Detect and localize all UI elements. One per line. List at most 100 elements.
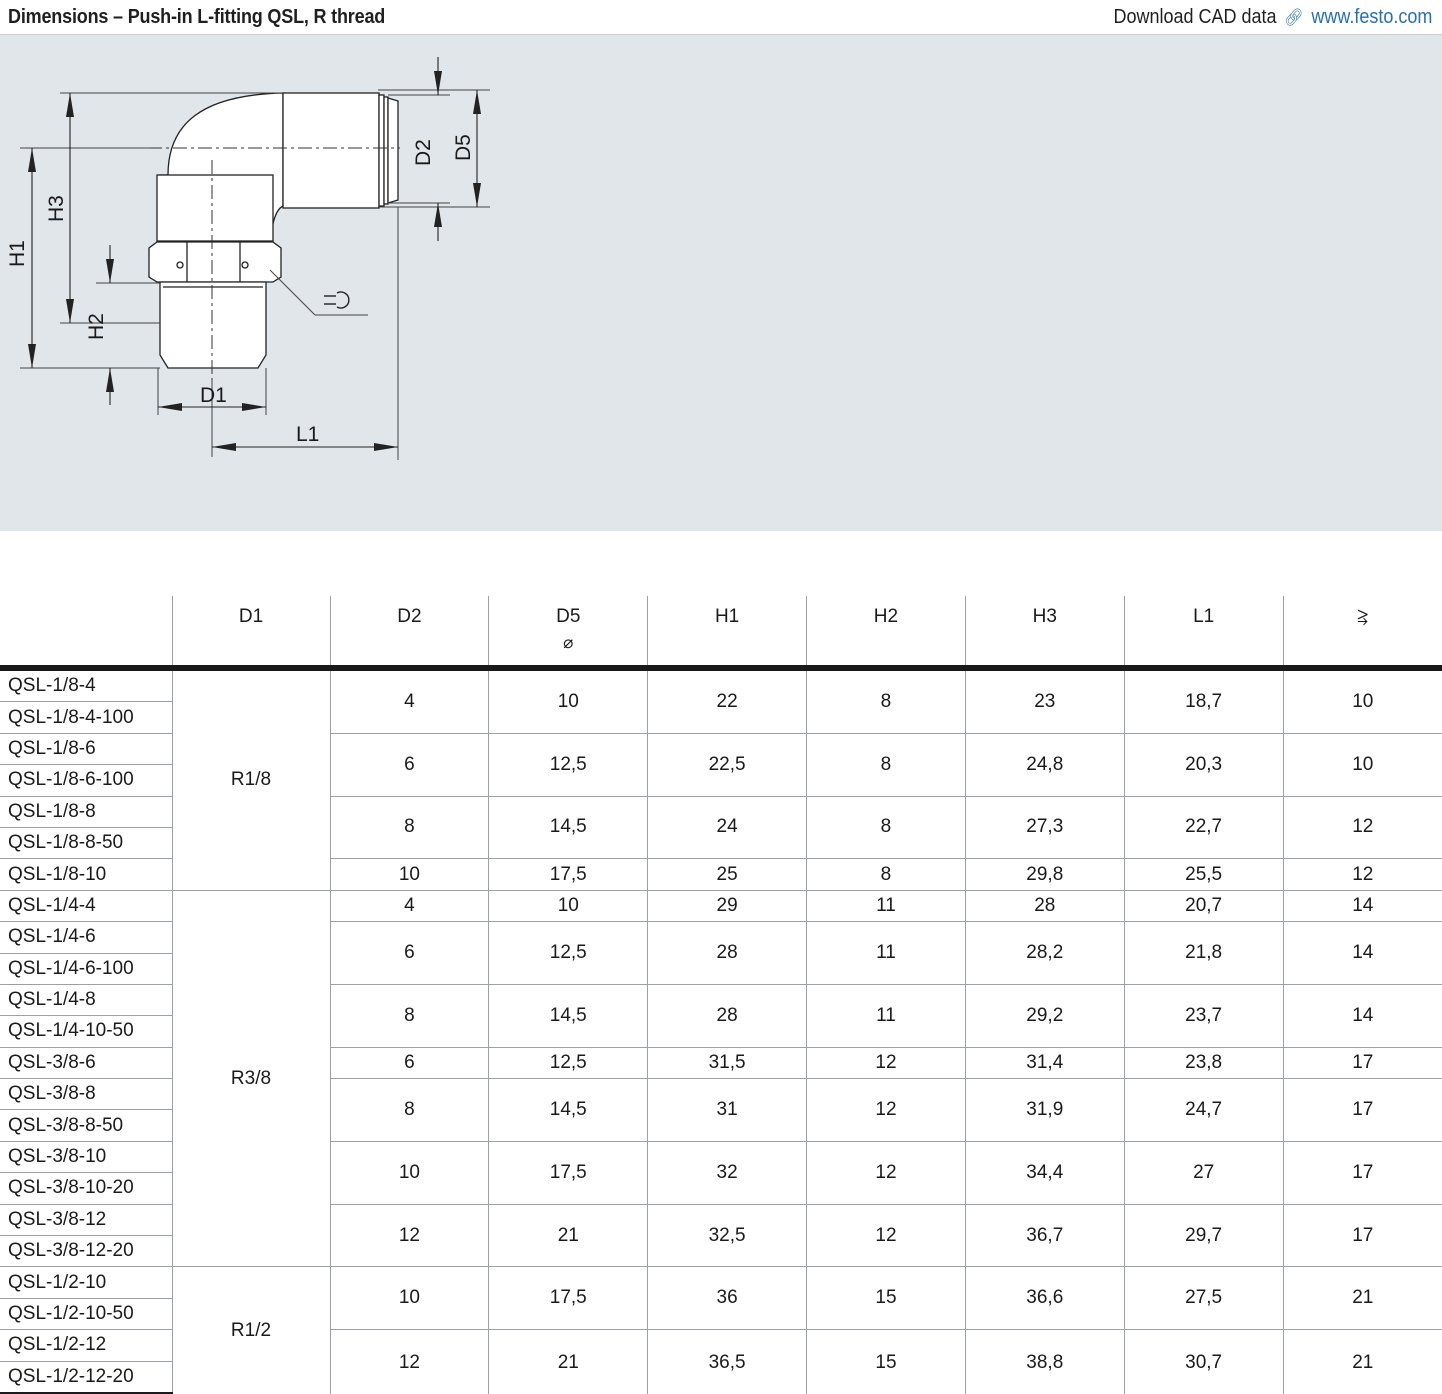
- header-d2: D2: [329, 596, 489, 671]
- header-h2: H2: [806, 596, 966, 671]
- part-number: QSL-3/8-12: [0, 1203, 172, 1236]
- part-number: QSL-1/8-6: [0, 732, 172, 765]
- value-l1: 23,8: [1123, 1046, 1284, 1079]
- value-d2: 6: [329, 1046, 489, 1079]
- part-number: QSL-1/4-6-100: [0, 952, 172, 985]
- value-l1: 23,7: [1123, 983, 1284, 1048]
- value-d5: 14,5: [488, 795, 648, 859]
- header-d1: D1: [171, 596, 330, 671]
- stem: [156, 174, 274, 242]
- label-l1: L1: [296, 423, 319, 446]
- value-h2: 11: [806, 921, 966, 985]
- value-l1: 22,7: [1123, 795, 1284, 859]
- value-d2: 8: [329, 983, 489, 1048]
- header-h3: H3: [964, 596, 1125, 671]
- table-header-row: D1 D2 D5 ⌀ H1 H2 H3 L1 ⥸: [0, 596, 1442, 671]
- value-d2: 8: [329, 795, 489, 859]
- value-h1: 32: [647, 1140, 807, 1205]
- value-h2: 12: [806, 1140, 966, 1205]
- part-number: QSL-1/8-4: [0, 667, 172, 702]
- value-sw: 12: [1282, 858, 1442, 891]
- value-sw: 10: [1282, 732, 1442, 797]
- value-d5: 14,5: [488, 1078, 648, 1142]
- value-d5: 17,5: [488, 1266, 648, 1330]
- header-part: [0, 596, 172, 671]
- value-h2: 11: [806, 983, 966, 1048]
- thread-d1: R3/8: [171, 889, 330, 1267]
- value-l1: 25,5: [1123, 858, 1284, 891]
- value-l1: 29,7: [1123, 1203, 1284, 1267]
- value-sw: 17: [1282, 1046, 1442, 1079]
- header-l1: L1: [1123, 596, 1284, 671]
- value-h1: 31: [647, 1078, 807, 1142]
- value-h1: 36,5: [647, 1329, 807, 1394]
- part-number: QSL-1/2-12: [0, 1329, 172, 1362]
- value-d2: 10: [329, 1140, 489, 1205]
- part-number: QSL-1/8-8: [0, 795, 172, 828]
- value-h1: 29: [647, 889, 807, 922]
- value-l1: 24,7: [1123, 1078, 1284, 1142]
- label-h3: H3: [45, 195, 68, 222]
- part-number: QSL-3/8-6: [0, 1046, 172, 1079]
- value-h3: 36,6: [964, 1266, 1125, 1330]
- value-h1: 36: [647, 1266, 807, 1330]
- dimension-drawing: H1 H3 H2 D2 D5 D1 L1: [0, 35, 1442, 531]
- part-number: QSL-1/2-10-50: [0, 1297, 172, 1330]
- value-sw: 21: [1282, 1329, 1442, 1394]
- part-number: QSL-1/4-8: [0, 983, 172, 1016]
- dimensions-table-wrap: D1 D2 D5 ⌀ H1 H2 H3 L1 ⥸ QSL-1/8-4 R1/8 4 10…: [0, 596, 1442, 1394]
- table-row: QSL-1/4-4 R3/8 4 10 29 11 28 20,7 14: [0, 889, 1442, 1267]
- value-h3: 31,4: [964, 1046, 1125, 1079]
- value-d2: 10: [329, 858, 489, 891]
- download-cad-label: Download CAD data: [1113, 6, 1277, 28]
- fitting-drawing-svg: H1 H3 H2 D2 D5 D1 L1: [6, 57, 490, 460]
- value-sw: 12: [1282, 795, 1442, 859]
- label-d1: D1: [200, 384, 227, 407]
- value-h1: 22,5: [647, 732, 807, 797]
- label-d5: D5: [452, 134, 475, 161]
- value-d5: 12,5: [488, 1046, 648, 1079]
- value-sw: 14: [1282, 921, 1442, 985]
- page-header: Dimensions – Push-in L-fitting QSL, R th…: [0, 0, 1442, 35]
- download-cad-link[interactable]: Download CAD data 🔗︎ www.festo.com: [1113, 6, 1432, 29]
- value-h3: 38,8: [964, 1329, 1125, 1394]
- value-l1: 21,8: [1123, 921, 1284, 985]
- part-number: QSL-1/4-10-50: [0, 1015, 172, 1048]
- header-d5: D5 ⌀: [488, 596, 648, 671]
- value-d5: 10: [488, 889, 648, 922]
- part-number: QSL-1/8-10: [0, 858, 172, 891]
- value-l1: 20,7: [1123, 889, 1284, 922]
- thread: [159, 281, 267, 369]
- value-d2: 4: [329, 667, 489, 734]
- festo-link[interactable]: www.festo.com: [1311, 6, 1432, 28]
- part-number: QSL-1/4-4: [0, 889, 172, 922]
- hex-nut: [148, 241, 282, 283]
- value-d5: 14,5: [488, 983, 648, 1048]
- value-h3: 28,2: [964, 921, 1125, 985]
- value-sw: 17: [1282, 1203, 1442, 1267]
- value-d2: 12: [329, 1329, 489, 1394]
- value-d5: 12,5: [488, 732, 648, 797]
- value-h1: 28: [647, 983, 807, 1048]
- value-h3: 29,2: [964, 983, 1125, 1048]
- value-h2: 8: [806, 667, 966, 734]
- value-h1: 32,5: [647, 1203, 807, 1267]
- value-d5: 17,5: [488, 1140, 648, 1205]
- value-h1: 31,5: [647, 1046, 807, 1079]
- header-h1: H1: [647, 596, 807, 671]
- value-sw: 14: [1282, 889, 1442, 922]
- label-h2: H2: [85, 313, 108, 340]
- collet-body: [282, 92, 380, 209]
- thread-d1: R1/8: [171, 667, 330, 891]
- value-d5: 21: [488, 1329, 648, 1394]
- value-h3: 28: [964, 889, 1125, 922]
- value-h2: 12: [806, 1078, 966, 1142]
- part-number: QSL-3/8-12-20: [0, 1235, 172, 1267]
- value-h2: 12: [806, 1203, 966, 1267]
- value-h1: 25: [647, 858, 807, 891]
- dimensions-table: D1 D2 D5 ⌀ H1 H2 H3 L1 ⥸ QSL-1/8-4 R1/8 4 10…: [0, 596, 1442, 1394]
- value-h3: 29,8: [964, 858, 1125, 891]
- value-d2: 4: [329, 889, 489, 922]
- part-number: QSL-3/8-10-20: [0, 1172, 172, 1205]
- value-d2: 8: [329, 1078, 489, 1142]
